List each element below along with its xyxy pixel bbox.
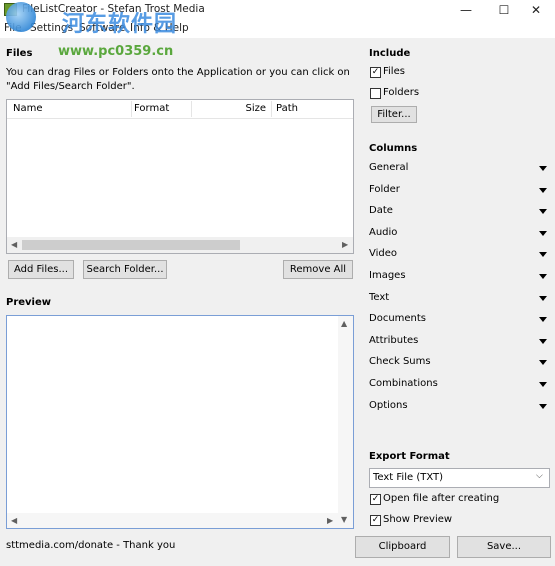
chevron-down-icon: ⌵ xyxy=(536,471,543,481)
files-instructions-line2: "Add Files/Search Folder". xyxy=(6,81,135,92)
preview-vertical-scrollbar[interactable]: ▲ ▼ xyxy=(338,316,353,528)
column-group-date[interactable]: Date xyxy=(369,203,552,221)
watermark-url: www.pc0359.cn xyxy=(58,44,174,59)
column-group-label: Combinations xyxy=(369,378,438,389)
column-group-video[interactable]: Video xyxy=(369,246,552,264)
scroll-left-icon[interactable]: ◀ xyxy=(11,240,17,249)
column-group-general[interactable]: General xyxy=(369,160,552,178)
dropdown-arrow-icon[interactable] xyxy=(539,382,547,387)
files-section-title: Files xyxy=(6,48,33,59)
column-group-attributes[interactable]: Attributes xyxy=(369,333,552,351)
column-group-label: Attributes xyxy=(369,334,419,346)
close-button[interactable]: ✕ xyxy=(517,0,555,20)
file-list-horizontal-scrollbar[interactable]: ◀ ▶ xyxy=(7,237,353,253)
filter-button[interactable]: Filter... xyxy=(371,106,417,123)
scroll-down-icon[interactable]: ▼ xyxy=(341,515,347,524)
export-format-title: Export Format xyxy=(369,451,450,462)
files-instructions-line1: You can drag Files or Folders onto the A… xyxy=(6,67,350,78)
column-group-label: Check Sums xyxy=(369,356,431,368)
column-group-label: General xyxy=(369,162,409,173)
column-group-label: Documents xyxy=(369,313,427,325)
dropdown-arrow-icon[interactable] xyxy=(539,230,547,236)
dropdown-arrow-icon[interactable] xyxy=(539,317,547,323)
column-header-path[interactable]: Path xyxy=(272,100,342,118)
remove-all-button[interactable]: Remove All xyxy=(283,260,353,279)
dropdown-arrow-icon[interactable] xyxy=(539,274,547,279)
include-section-title: Include xyxy=(369,48,411,59)
dropdown-arrow-icon[interactable] xyxy=(539,209,547,215)
columns-section-title: Columns xyxy=(369,143,418,154)
include-files-checkbox[interactable]: ✓ xyxy=(370,67,381,78)
scroll-thumb[interactable] xyxy=(22,240,240,250)
column-group-images[interactable]: Images xyxy=(369,268,552,286)
minimize-button[interactable]: — xyxy=(447,0,485,20)
show-preview-checkbox[interactable]: ✓ xyxy=(370,515,381,526)
clipboard-button[interactable]: Clipboard xyxy=(355,536,450,558)
scroll-right-icon[interactable]: ▶ xyxy=(327,516,333,525)
column-header-format[interactable]: Format xyxy=(130,100,190,118)
open-after-creating-checkbox[interactable]: ✓ xyxy=(370,494,381,505)
dropdown-arrow-icon[interactable] xyxy=(539,360,547,366)
column-group-combinations[interactable]: Combinations xyxy=(369,376,552,394)
column-group-label: Options xyxy=(369,399,408,411)
column-group-folder[interactable]: Folder xyxy=(369,182,552,200)
watermark-title: 河东软件园 xyxy=(62,12,178,37)
dropdown-arrow-icon[interactable] xyxy=(539,295,547,301)
dropdown-arrow-icon[interactable] xyxy=(539,187,547,193)
column-header-name[interactable]: Name xyxy=(9,100,129,118)
export-format-select[interactable]: Text File (TXT) ⌵ xyxy=(369,468,550,488)
watermark-logo-icon xyxy=(6,2,36,32)
donate-link[interactable]: sttmedia.com/donate - Thank you xyxy=(6,540,175,551)
column-group-label: Video xyxy=(369,248,398,260)
dropdown-arrow-icon[interactable] xyxy=(539,252,547,258)
dropdown-arrow-icon[interactable] xyxy=(539,338,547,344)
scroll-right-icon[interactable]: ▶ xyxy=(342,240,348,249)
dropdown-arrow-icon[interactable] xyxy=(539,166,547,171)
preview-horizontal-scrollbar[interactable]: ◀ ▶ xyxy=(7,513,338,528)
scroll-up-icon[interactable]: ▲ xyxy=(341,319,347,328)
export-format-value: Text File (TXT) xyxy=(373,472,444,483)
search-folder-button[interactable]: Search Folder... xyxy=(83,260,167,279)
scroll-left-icon[interactable]: ◀ xyxy=(11,516,17,525)
include-folders-label[interactable]: Folders xyxy=(383,87,419,98)
column-group-check-sums[interactable]: Check Sums xyxy=(369,354,552,372)
preview-section-title: Preview xyxy=(6,297,52,308)
dropdown-arrow-icon[interactable] xyxy=(539,403,547,409)
file-list[interactable]: Name Format Size Path ◀ ▶ xyxy=(6,99,354,254)
column-group-options[interactable]: Options xyxy=(369,398,552,416)
column-group-label: Folder xyxy=(369,183,400,195)
column-group-label: Date xyxy=(369,205,393,217)
column-group-text[interactable]: Text xyxy=(369,290,552,308)
column-header-size[interactable]: Size xyxy=(192,100,270,118)
column-group-label: Text xyxy=(369,291,390,303)
column-group-audio[interactable]: Audio xyxy=(369,225,552,243)
add-files-button[interactable]: Add Files... xyxy=(8,260,74,279)
include-folders-checkbox[interactable] xyxy=(370,88,381,99)
column-group-documents[interactable]: Documents xyxy=(369,311,552,329)
preview-textarea[interactable]: ▲ ▼ ◀ ▶ xyxy=(6,315,354,529)
open-after-creating-label[interactable]: Open file after creating xyxy=(383,493,499,504)
show-preview-label[interactable]: Show Preview xyxy=(383,514,452,525)
include-files-label[interactable]: Files xyxy=(383,66,405,77)
save-button[interactable]: Save... xyxy=(457,536,551,558)
column-group-label: Images xyxy=(369,270,406,281)
column-group-label: Audio xyxy=(369,226,398,238)
